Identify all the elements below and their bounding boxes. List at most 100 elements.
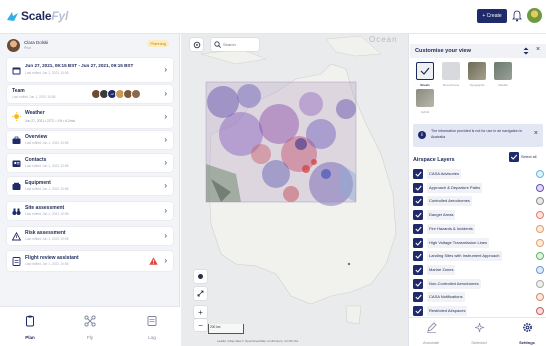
clipboard-icon — [26, 315, 34, 327]
map-attribution[interactable]: Leaflet | Map data © OpenStreetMap contr… — [217, 339, 298, 343]
checkbox-checked-icon[interactable] — [413, 278, 423, 289]
pencil-icon — [426, 322, 437, 333]
thumb-label: Topographic — [469, 83, 485, 87]
airspace-layer-row[interactable]: Landing Sites with Instrument Approach — [411, 249, 545, 263]
layer-color-swatch — [536, 238, 544, 247]
airspace-layer-row[interactable]: Marine Zones — [411, 263, 545, 277]
site-assessment-card[interactable]: Site assessment Last edited Jun 1, 2021 … — [7, 202, 173, 220]
layer-color-swatch — [536, 224, 544, 233]
checkbox-checked-icon[interactable] — [413, 292, 423, 303]
layer-color-swatch — [536, 293, 544, 302]
nav-log[interactable]: Log — [132, 314, 172, 340]
datetime-title: Jun 27, 2021, 09:15 BST - Jun 27, 2021, … — [25, 63, 134, 68]
close-icon[interactable]: × — [534, 130, 538, 137]
airspace-layer-row[interactable]: CASA Advisories — [411, 167, 545, 181]
user-avatar[interactable] — [527, 8, 542, 23]
checkbox-checked-icon[interactable] — [413, 210, 423, 221]
panel-tabs: Annotate Selected Settings — [409, 317, 546, 346]
checkbox-checked-icon[interactable] — [413, 251, 423, 262]
team-title: Team — [12, 88, 25, 94]
map-search[interactable] — [211, 38, 259, 51]
bell-icon[interactable] — [512, 10, 522, 22]
gear-icon — [522, 323, 532, 332]
checkbox-checked-icon[interactable] — [413, 306, 423, 316]
airspace-layer-row[interactable]: High Voltage Transmission Lines — [411, 236, 545, 250]
review-sub: Last edited Jun 1, 2021 10:58 — [25, 262, 69, 266]
equipment-card[interactable]: Equipment Last edited Jun 1, 2021 10:58 … — [7, 177, 173, 195]
contacts-card[interactable]: Contacts Last edited Jun 1, 2021 10:58 › — [7, 154, 173, 172]
datetime-card[interactable]: Jun 27, 2021, 09:15 BST - Jun 27, 2021, … — [7, 58, 173, 82]
equipment-title: Equipment — [25, 180, 51, 186]
weather-values: Jun 27, 2021 • 22°C • 1% • 6.2m/s — [25, 119, 76, 123]
flight-review-card[interactable]: Flight review assistant Last edited Jun … — [7, 251, 173, 271]
check-icon — [420, 67, 430, 75]
location-dot-icon — [198, 274, 203, 279]
airspace-layer-row[interactable]: CASA Notifications — [411, 290, 545, 304]
chevron-right-icon: › — [164, 158, 167, 167]
checkbox-checked-icon[interactable] — [413, 182, 423, 193]
locate-me-button[interactable] — [194, 270, 207, 283]
airspace-layer-name: Restricted Airspaces — [427, 306, 468, 316]
sun-icon — [12, 112, 21, 121]
fullscreen-button[interactable] — [194, 287, 207, 300]
nav-plan[interactable]: Plan — [10, 314, 50, 340]
airspace-layer-row[interactable]: Non-Controlled Aerodromes — [411, 277, 545, 291]
airspace-layer-name: Approach & Departure Paths — [427, 182, 483, 193]
checkbox-checked-icon[interactable] — [413, 237, 423, 248]
close-icon[interactable]: × — [536, 46, 540, 53]
checkbox-checked-icon[interactable] — [413, 169, 423, 179]
avatar — [131, 89, 141, 99]
nav-label: Log — [148, 335, 156, 340]
airspace-layer-name: CASA Notifications — [427, 292, 465, 303]
nav-label: Fly — [87, 335, 93, 340]
airspace-layer-name: CASA Advisories — [427, 169, 462, 179]
app-logo[interactable]: ScaleFyl — [6, 9, 68, 23]
tab-selected[interactable]: Selected — [461, 321, 497, 345]
info-icon: i — [418, 131, 426, 139]
checkbox-checked-icon[interactable] — [413, 196, 423, 207]
map-canvas[interactable] — [181, 34, 408, 346]
nav-fly[interactable]: Fly — [70, 314, 110, 340]
airspace-layer-row[interactable]: Controlled Aerodromes — [411, 194, 545, 208]
customise-panel: Customise your view × Streets Monochrome… — [408, 34, 546, 346]
tab-label: Settings — [519, 340, 535, 345]
chevron-right-icon: › — [164, 89, 167, 98]
map-style-topographic[interactable] — [468, 62, 486, 80]
logo-main: Scale — [21, 9, 52, 23]
locate-button[interactable] — [190, 38, 203, 51]
map-style-monochrome[interactable] — [442, 62, 460, 80]
airspace-layer-row[interactable]: Approach & Departure Paths — [411, 181, 545, 195]
site-title: Site assessment — [25, 205, 65, 211]
airspace-layer-row[interactable]: Fire Hazards & Incidents — [411, 222, 545, 236]
airspace-layer-row[interactable]: Restricted Airspaces — [411, 304, 545, 318]
weather-card[interactable]: Weather Jun 27, 2021 • 22°C • 1% • 6.2m/… — [7, 106, 173, 128]
logo-accent: Fyl — [51, 9, 69, 23]
checkbox-checked-icon[interactable] — [413, 264, 423, 275]
zoom-in-button[interactable]: + — [194, 306, 207, 318]
tab-annotate[interactable]: Annotate — [413, 321, 449, 345]
select-all-label: Select all — [521, 155, 537, 159]
map-style-satellite[interactable] — [494, 62, 512, 80]
plus-icon: + — [198, 307, 203, 317]
risk-title: Risk assessment — [25, 230, 66, 236]
team-card[interactable]: Team Last edited Jun 1, 2021 10:58 +2 › — [7, 85, 173, 103]
airspace-layer-row[interactable]: Danger Areas — [411, 208, 545, 222]
chevron-right-icon: › — [164, 231, 167, 240]
map-view[interactable]: Ocean + − 200 km Leaflet | Map data © Op… — [181, 34, 408, 346]
map-style-streets[interactable] — [416, 62, 434, 80]
zoom-out-button[interactable]: − — [194, 319, 207, 331]
search-input[interactable] — [223, 41, 257, 48]
select-all-toggle[interactable]: Select all — [509, 152, 536, 162]
team-avatars: +2 — [91, 89, 141, 99]
thumb-label: Streets — [420, 83, 430, 87]
risk-assessment-card[interactable]: Risk assessment Last edited Jun 1, 2021 … — [7, 227, 173, 245]
tab-settings[interactable]: Settings — [509, 321, 545, 345]
checkbox-checked-icon[interactable] — [413, 223, 423, 234]
create-button[interactable]: + Create — [477, 9, 507, 23]
map-style-hybrid[interactable] — [416, 89, 434, 107]
checkbox-checked-icon — [509, 152, 519, 162]
airspace-layers-title: Airspace Layers — [413, 157, 455, 163]
layer-color-swatch — [536, 252, 544, 261]
sort-icon[interactable] — [523, 47, 529, 55]
overview-card[interactable]: Overview Last edited Jun 1, 2021 10:58 › — [7, 131, 173, 149]
